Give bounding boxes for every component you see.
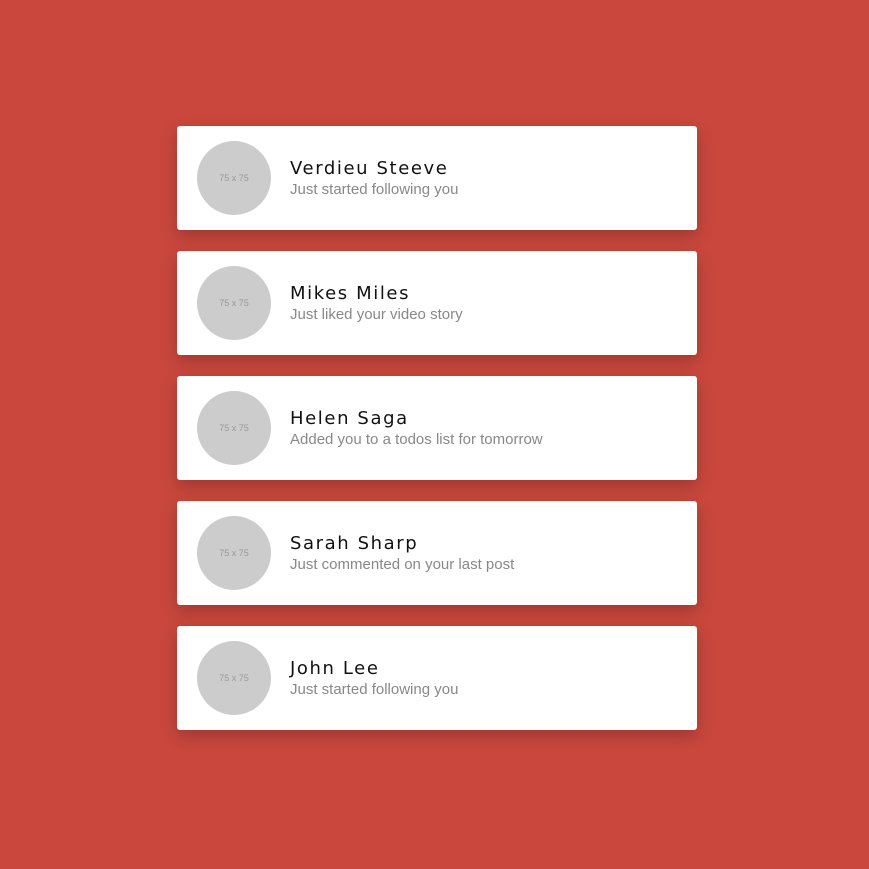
avatar[interactable]: 75 x 75	[197, 516, 271, 590]
notification-card[interactable]: 75 x 75 Sarah Sharp Just commented on yo…	[177, 501, 697, 605]
notification-user-name[interactable]: Sarah Sharp	[290, 533, 418, 554]
avatar[interactable]: 75 x 75	[197, 141, 271, 215]
avatar-placeholder-label: 75 x 75	[219, 173, 249, 183]
avatar-placeholder-label: 75 x 75	[219, 548, 249, 558]
notification-message: Just started following you	[290, 681, 459, 698]
avatar[interactable]: 75 x 75	[197, 391, 271, 465]
notification-card[interactable]: 75 x 75 Helen Saga Added you to a todos …	[177, 376, 697, 480]
notification-message: Just liked your video story	[290, 306, 463, 323]
notification-message: Just started following you	[290, 181, 459, 198]
notification-card[interactable]: 75 x 75 Mikes Miles Just liked your vide…	[177, 251, 697, 355]
notification-user-name[interactable]: Mikes Miles	[290, 283, 410, 304]
avatar-placeholder-label: 75 x 75	[219, 423, 249, 433]
avatar[interactable]: 75 x 75	[197, 266, 271, 340]
notification-message: Added you to a todos list for tomorrow	[290, 431, 543, 448]
notification-message: Just commented on your last post	[290, 556, 515, 573]
notification-user-name[interactable]: Helen Saga	[290, 408, 409, 429]
notification-user-name[interactable]: Verdieu Steeve	[290, 158, 448, 179]
avatar[interactable]: 75 x 75	[197, 641, 271, 715]
notification-card[interactable]: 75 x 75 John Lee Just started following …	[177, 626, 697, 730]
notification-card[interactable]: 75 x 75 Verdieu Steeve Just started foll…	[177, 126, 697, 230]
avatar-placeholder-label: 75 x 75	[219, 298, 249, 308]
notification-user-name[interactable]: John Lee	[290, 658, 380, 679]
notification-list: 75 x 75 Verdieu Steeve Just started foll…	[177, 126, 697, 751]
avatar-placeholder-label: 75 x 75	[219, 673, 249, 683]
